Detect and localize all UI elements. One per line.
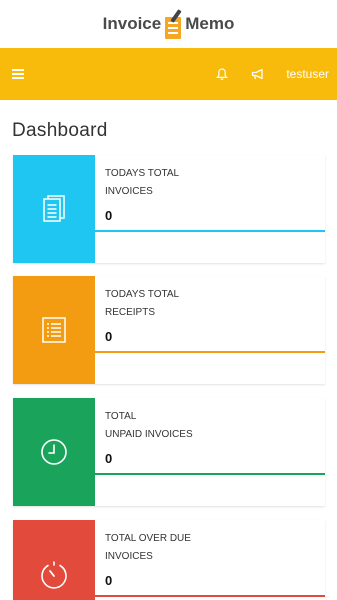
card-icon-box [13,398,95,506]
card-label-line1: TODAYS TOTAL [105,168,180,179]
logo-text-invoice: Invoice [102,14,162,33]
card-label-line1: TOTAL [105,411,137,422]
timer-icon [41,561,67,589]
clock-icon [41,439,67,465]
announcement-megaphone-icon[interactable] [250,66,266,82]
invoice-list-icon [43,195,65,222]
card-icon-box [13,276,95,384]
page-title: Dashboard [12,120,108,141]
card-label-line1: TODAYS TOTAL [105,289,180,300]
card-value: 0 [105,329,113,344]
user-menu[interactable]: testuser [286,67,329,81]
top-navbar: testuser [0,48,337,100]
card-label: TOTAL UNPAID INVOICES [105,408,255,444]
card-label: TODAYS TOTAL RECEIPTS [105,286,255,322]
todays-invoices-card[interactable]: TODAYS TOTAL INVOICES 0 [13,155,325,263]
card-label-line1: TOTAL OVER DUE [105,533,191,544]
card-divider [95,595,325,597]
card-divider [95,230,325,232]
card-divider [95,351,325,353]
todays-receipts-card[interactable]: TODAYS TOTAL RECEIPTS 0 [13,276,325,384]
card-divider [95,473,325,475]
card-label: TODAYS TOTAL INVOICES [105,165,255,201]
hamburger-menu-icon[interactable] [12,69,24,79]
logo-text-memo: Memo [185,14,235,33]
card-icon-box [13,155,95,263]
receipt-list-icon [42,317,66,343]
card-label-line2: UNPAID INVOICES [105,429,193,440]
card-icon-box [13,520,95,600]
card-label-line2: RECEIPTS [105,307,156,318]
overdue-invoices-card[interactable]: TOTAL OVER DUE INVOICES 0 [13,520,325,600]
notification-bell-icon[interactable] [214,66,230,82]
card-value: 0 [105,451,113,466]
memo-pen-logo-icon [163,9,183,41]
card-label-line2: INVOICES [105,186,153,197]
app-logo: Invoice Memo [0,0,337,48]
unpaid-invoices-card[interactable]: TOTAL UNPAID INVOICES 0 [13,398,325,506]
card-label: TOTAL OVER DUE INVOICES [105,530,255,566]
card-value: 0 [105,573,113,588]
card-label-line2: INVOICES [105,551,153,562]
card-value: 0 [105,208,113,223]
